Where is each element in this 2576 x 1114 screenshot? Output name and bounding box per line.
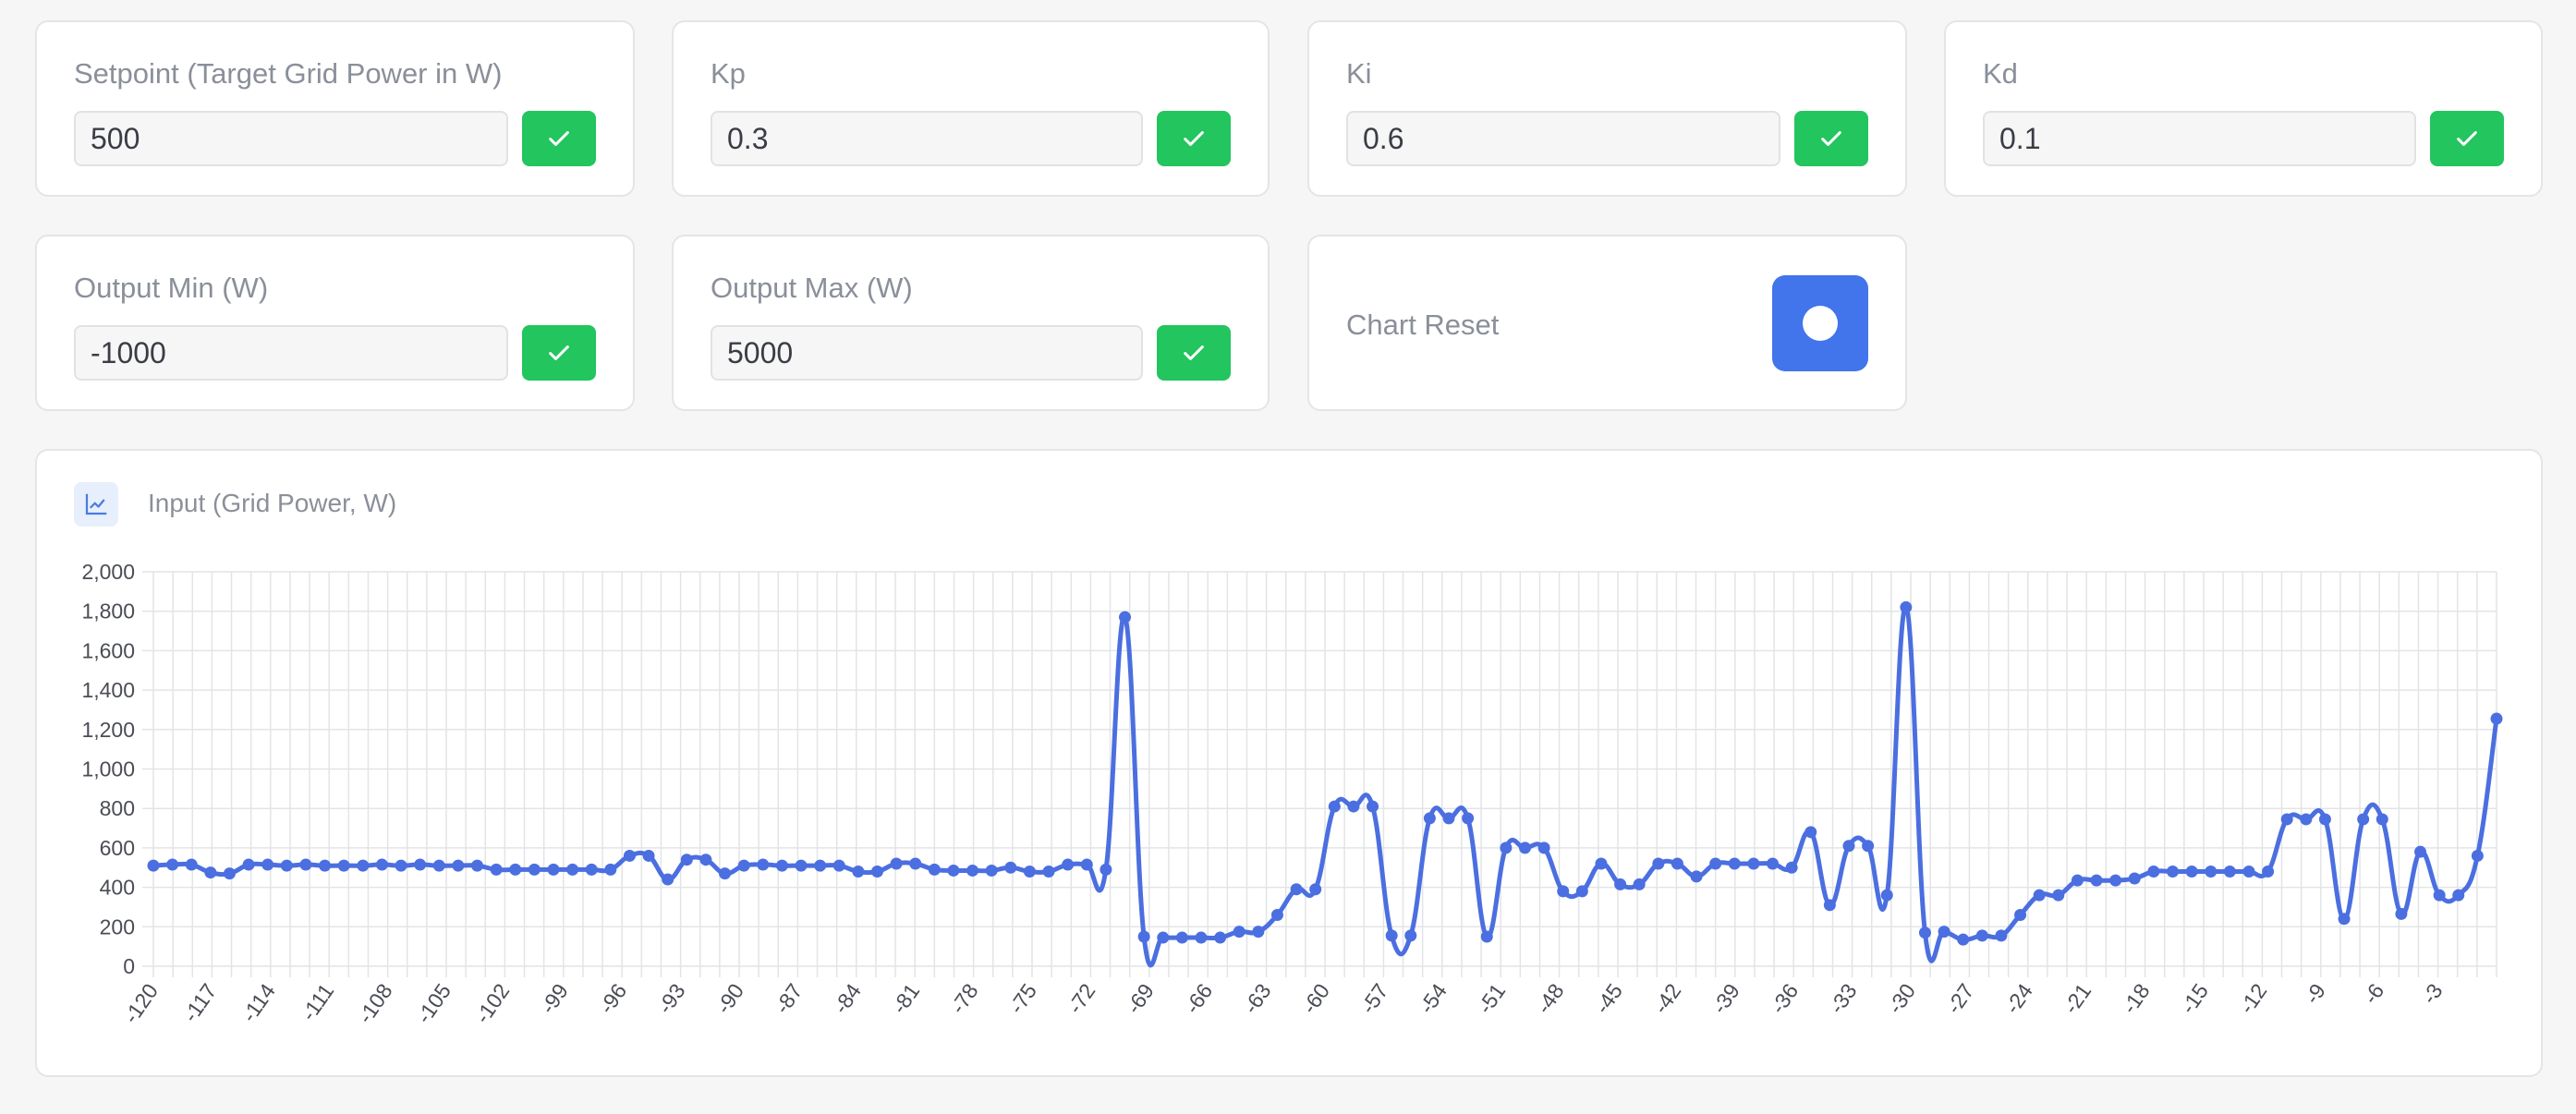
kd-label: Kd bbox=[1983, 57, 2018, 90]
kp-input[interactable] bbox=[711, 111, 1143, 166]
output-min-card: Output Min (W) bbox=[35, 235, 635, 411]
kd-input[interactable] bbox=[1983, 111, 2416, 166]
setpoint-apply-button[interactable] bbox=[522, 111, 596, 166]
check-icon bbox=[1184, 345, 1204, 360]
output-max-apply-button[interactable] bbox=[1157, 325, 1231, 381]
record-icon bbox=[1803, 306, 1838, 341]
ki-input[interactable] bbox=[1346, 111, 1780, 166]
check-icon bbox=[549, 131, 569, 146]
ki-apply-button[interactable] bbox=[1794, 111, 1868, 166]
output-max-card: Output Max (W) bbox=[672, 235, 1270, 411]
check-icon bbox=[549, 345, 569, 360]
kd-card: Kd bbox=[1944, 20, 2543, 197]
chart-card: Input (Grid Power, W) bbox=[35, 449, 2543, 1077]
output-min-input[interactable] bbox=[74, 325, 508, 381]
ki-card: Ki bbox=[1307, 20, 1907, 197]
check-icon bbox=[1184, 131, 1204, 146]
check-icon bbox=[1821, 131, 1841, 146]
chart-reset-label: Chart Reset bbox=[1346, 309, 1500, 341]
line-chart-icon bbox=[74, 482, 118, 527]
setpoint-card: Setpoint (Target Grid Power in W) bbox=[35, 20, 635, 197]
kp-apply-button[interactable] bbox=[1157, 111, 1231, 166]
output-min-label: Output Min (W) bbox=[74, 272, 269, 304]
setpoint-input[interactable] bbox=[74, 111, 508, 166]
chart-reset-button[interactable] bbox=[1772, 275, 1868, 371]
chart-title: Input (Grid Power, W) bbox=[148, 489, 397, 517]
kd-apply-button[interactable] bbox=[2430, 111, 2504, 166]
check-icon bbox=[2457, 131, 2477, 146]
setpoint-label: Setpoint (Target Grid Power in W) bbox=[74, 57, 503, 90]
output-max-input[interactable] bbox=[711, 325, 1143, 381]
chart-reset-card: Chart Reset bbox=[1307, 235, 1907, 411]
output-max-label: Output Max (W) bbox=[711, 272, 913, 304]
output-min-apply-button[interactable] bbox=[522, 325, 596, 381]
kp-label: Kp bbox=[711, 57, 746, 90]
kp-card: Kp bbox=[672, 20, 1270, 197]
ki-label: Ki bbox=[1346, 57, 1372, 90]
